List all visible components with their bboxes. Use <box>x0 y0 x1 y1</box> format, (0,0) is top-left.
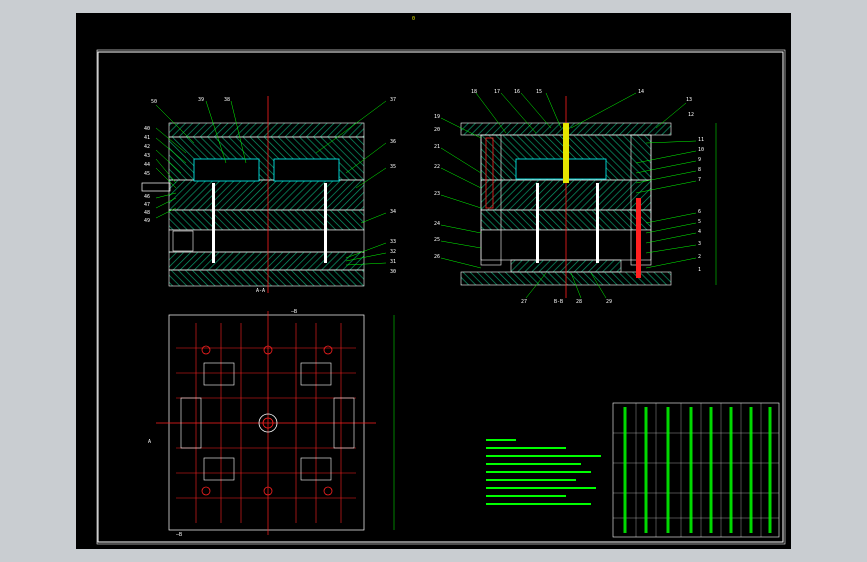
svg-text:42: 42 <box>144 144 150 150</box>
left-slider <box>141 182 171 192</box>
svg-text:26: 26 <box>434 254 440 260</box>
mold-assembly-drawing: 0 A-A 40 41 42 43 44 45 46 47 48 49 50 3… <box>96 16 786 545</box>
svg-text:43: 43 <box>144 153 150 159</box>
svg-text:30: 30 <box>390 269 396 275</box>
svg-text:28: 28 <box>576 299 582 305</box>
left-support-plate <box>168 209 365 231</box>
left-bottom-plate <box>168 269 365 287</box>
svg-text:41: 41 <box>144 135 150 141</box>
right-return-pin-2 <box>596 183 599 263</box>
title-block <box>612 402 780 538</box>
svg-text:40: 40 <box>144 126 150 132</box>
svg-text:49: 49 <box>144 218 150 224</box>
plan-view: —B —B A <box>148 309 395 538</box>
svg-text:21: 21 <box>434 144 440 150</box>
right-guide-pin-right <box>636 198 641 278</box>
svg-text:44: 44 <box>144 162 150 168</box>
svg-text:46: 46 <box>144 194 150 200</box>
left-ejector-plate <box>168 251 365 271</box>
svg-text:5: 5 <box>698 219 701 225</box>
bom-table <box>612 402 780 538</box>
right-return-pin <box>536 183 539 263</box>
svg-text:14: 14 <box>638 89 644 95</box>
svg-text:45: 45 <box>144 171 150 177</box>
svg-text:22: 22 <box>434 164 440 170</box>
svg-text:6: 6 <box>698 209 701 215</box>
svg-text:2: 2 <box>698 254 701 260</box>
left-core-plate <box>168 179 365 211</box>
svg-text:33: 33 <box>390 239 396 245</box>
svg-text:38: 38 <box>224 97 230 103</box>
svg-text:15: 15 <box>536 89 542 95</box>
svg-text:32: 32 <box>390 249 396 255</box>
svg-text:16: 16 <box>514 89 520 95</box>
svg-text:20: 20 <box>434 127 440 133</box>
svg-text:9: 9 <box>698 157 701 163</box>
svg-text:29: 29 <box>606 299 612 305</box>
svg-text:39: 39 <box>198 97 204 103</box>
left-ejector-pin-1 <box>212 183 215 263</box>
left-cavity-left <box>193 158 260 182</box>
svg-text:47: 47 <box>144 202 150 208</box>
svg-text:50: 50 <box>151 99 157 105</box>
svg-text:19: 19 <box>434 114 440 120</box>
svg-text:48: 48 <box>144 210 150 216</box>
left-top-plate <box>168 122 365 138</box>
svg-text:37: 37 <box>390 97 396 103</box>
svg-text:35: 35 <box>390 164 396 170</box>
left-cavity-right <box>273 158 340 182</box>
svg-text:13: 13 <box>686 97 692 103</box>
svg-text:17: 17 <box>494 89 500 95</box>
svg-text:12: 12 <box>688 112 694 118</box>
cad-drawing-canvas: 0 A-A 40 41 42 43 44 45 46 47 48 49 50 3… <box>76 13 791 549</box>
svg-text:11: 11 <box>698 137 704 143</box>
svg-text:25: 25 <box>434 237 440 243</box>
svg-text:1: 1 <box>698 267 701 273</box>
left-ejector-space <box>168 229 365 253</box>
right-cavity <box>515 158 607 180</box>
right-section-label: B-B <box>554 299 563 305</box>
svg-text:27: 27 <box>521 299 527 305</box>
right-sprue <box>563 123 569 183</box>
svg-text:24: 24 <box>434 221 440 227</box>
svg-text:10: 10 <box>698 147 704 153</box>
svg-text:7: 7 <box>698 177 701 183</box>
svg-text:36: 36 <box>390 139 396 145</box>
svg-text:8: 8 <box>698 167 701 173</box>
svg-text:3: 3 <box>698 241 701 247</box>
plan-left-label: A <box>148 439 151 445</box>
technical-notes <box>486 439 601 505</box>
svg-text:4: 4 <box>698 229 701 235</box>
title-mark: 0 <box>412 16 415 22</box>
left-ejector-pin-2 <box>324 183 327 263</box>
plan-bottom-label: —B <box>176 532 182 538</box>
left-section-view: A-A <box>141 96 365 294</box>
svg-text:18: 18 <box>471 89 477 95</box>
svg-text:31: 31 <box>390 259 396 265</box>
left-section-label: A-A <box>256 288 265 294</box>
right-section-view: B-B <box>460 96 717 305</box>
svg-text:23: 23 <box>434 191 440 197</box>
svg-text:34: 34 <box>390 209 396 215</box>
plan-top-label: —B <box>291 309 297 315</box>
